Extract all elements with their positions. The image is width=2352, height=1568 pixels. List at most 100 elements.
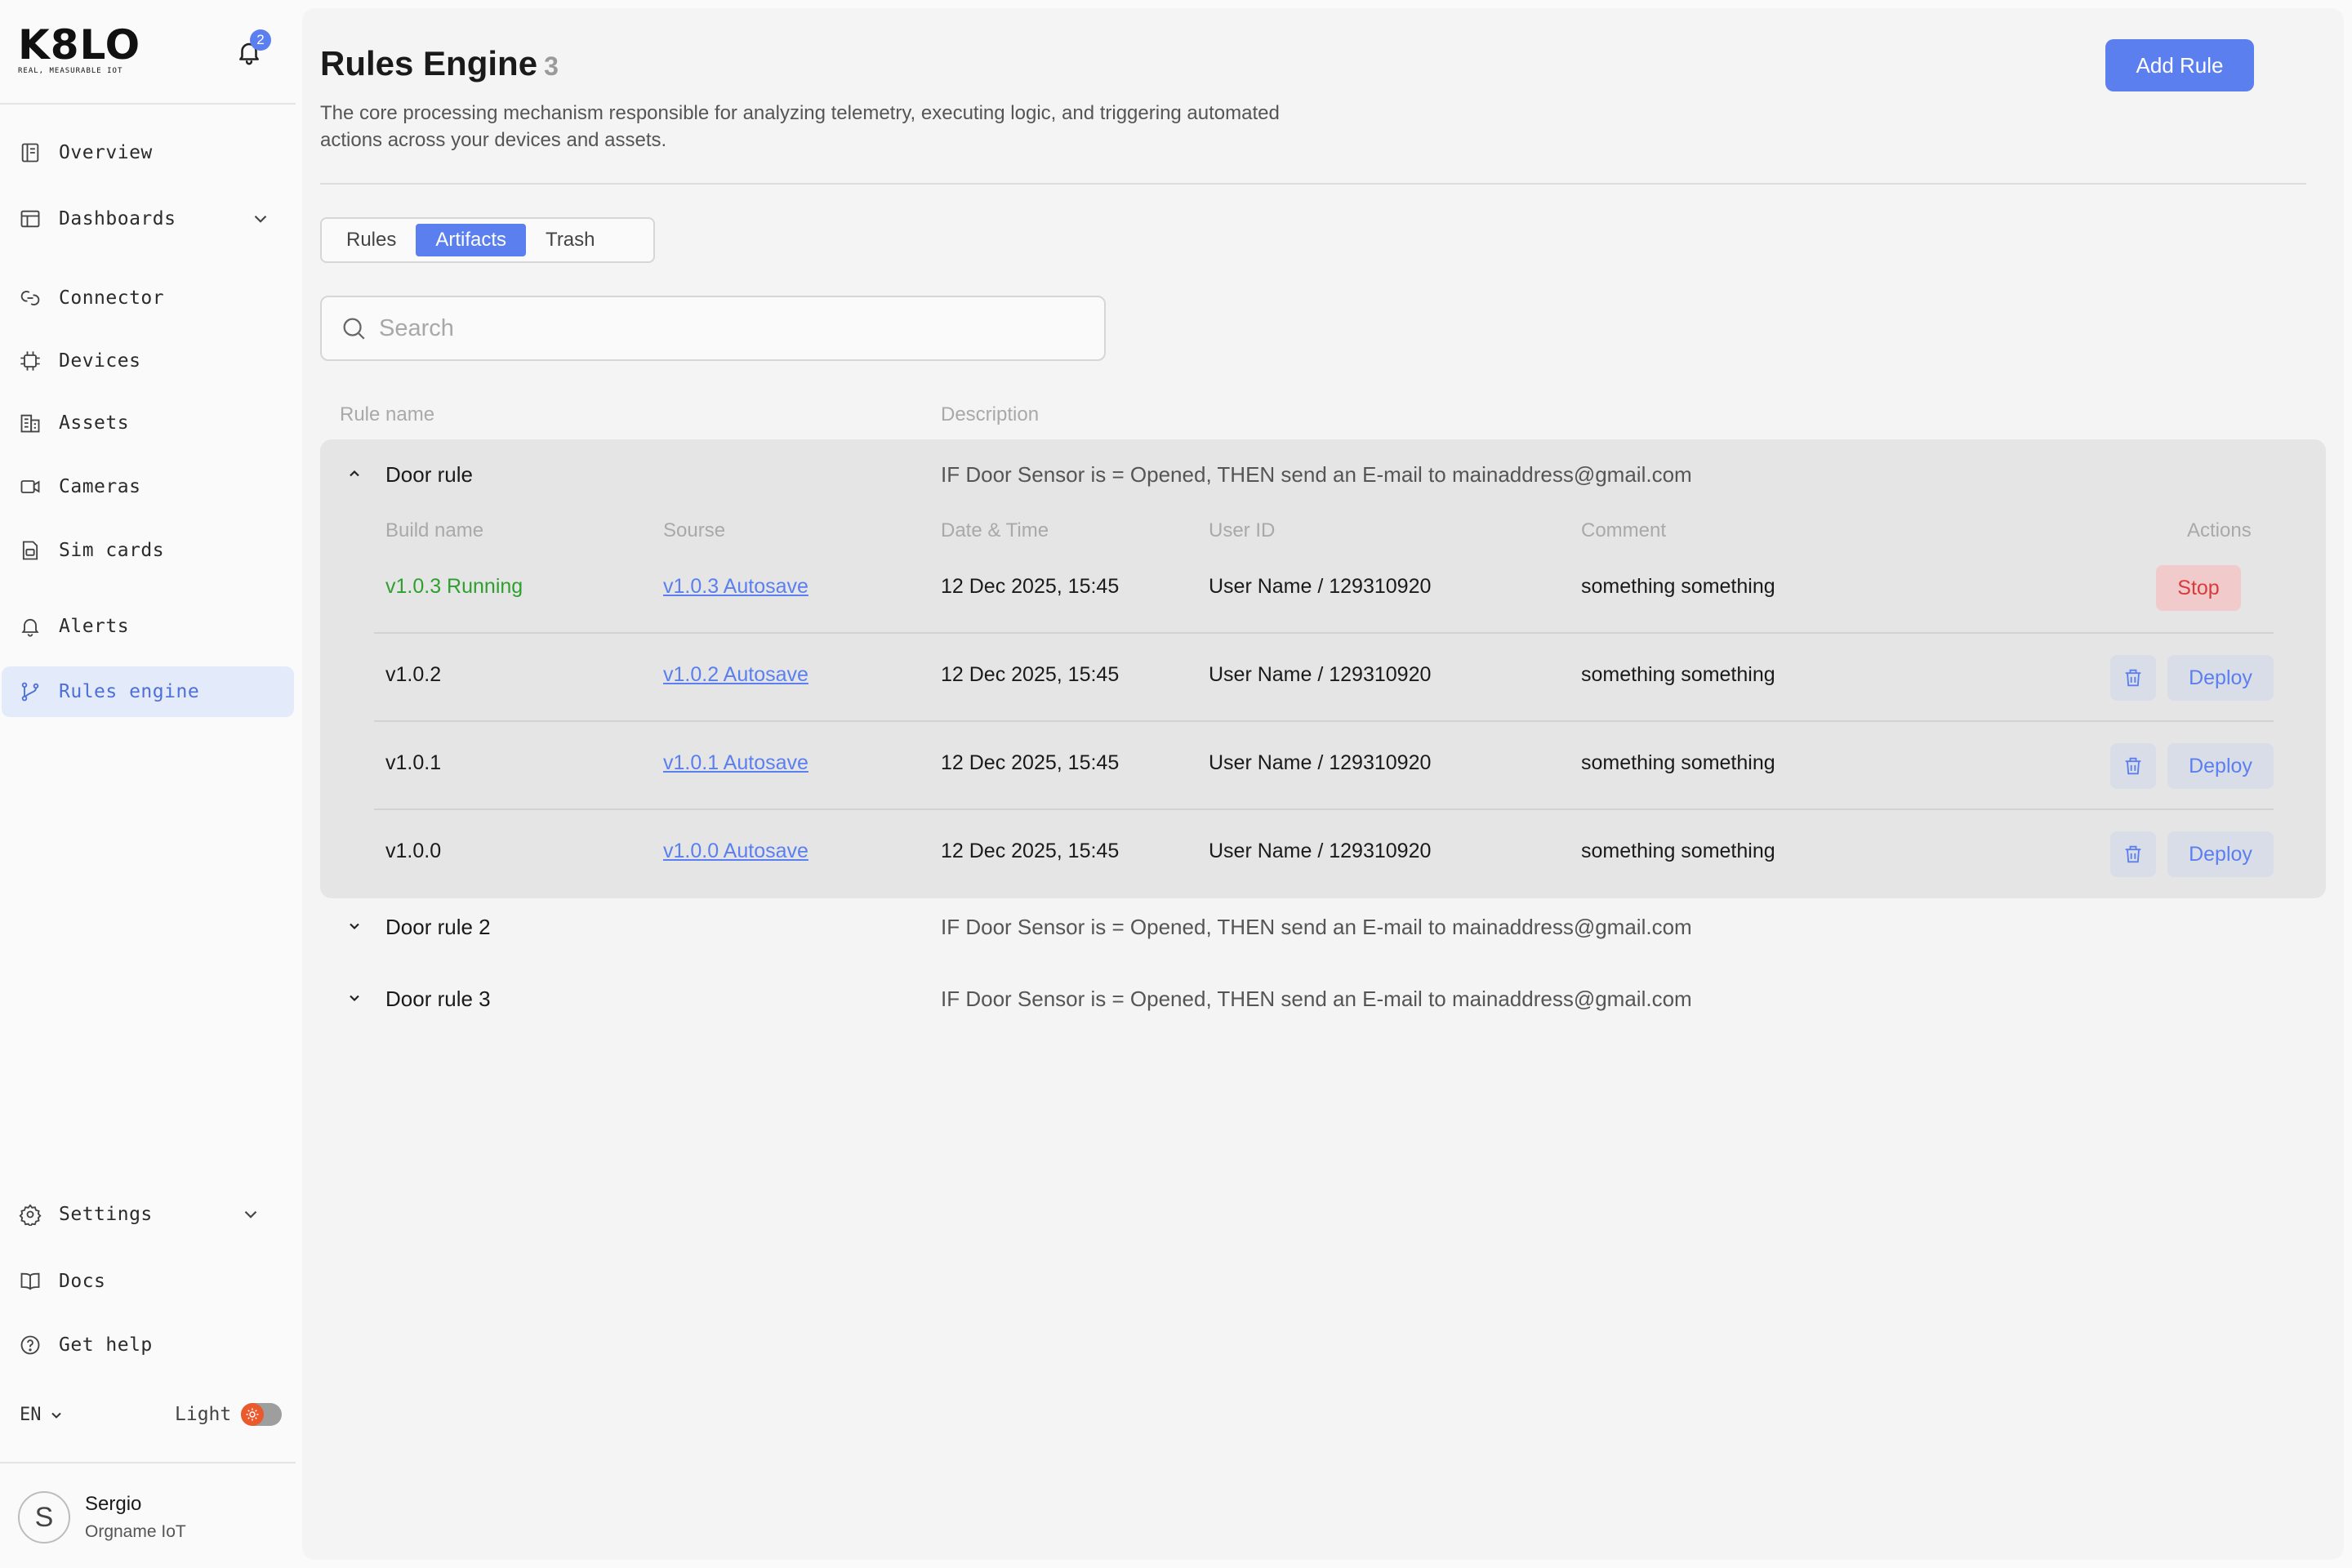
build-user: User Name / 129310920	[1209, 751, 1432, 774]
sidebar-item-label: Docs	[59, 1271, 106, 1292]
help-icon	[18, 1333, 42, 1357]
avatar: S	[18, 1491, 70, 1544]
column-header-comment: Comment	[1581, 519, 1667, 541]
sidebar-item-dashboards[interactable]: Dashboards	[2, 194, 294, 244]
sidebar-item-docs[interactable]: Docs	[2, 1256, 294, 1307]
chevron-down-icon[interactable]	[346, 918, 363, 934]
sidebar-item-get-help[interactable]: Get help	[2, 1320, 294, 1370]
rule-name: Door rule	[385, 462, 473, 487]
sidebar-item-rules-engine[interactable]: Rules engine	[2, 666, 294, 717]
sidebar-item-cameras[interactable]: Cameras	[2, 461, 294, 512]
column-header-datetime: Date & Time	[941, 519, 1049, 541]
book-icon	[18, 1269, 42, 1294]
sidebar-item-assets[interactable]: Assets	[2, 398, 294, 448]
sidebar-item-settings[interactable]: Settings	[2, 1189, 294, 1240]
page-title: Rules Engine 3	[320, 44, 559, 83]
stop-button[interactable]: Stop	[2156, 565, 2241, 611]
trash-icon	[2125, 845, 2141, 863]
sidebar: K8LO REAL, MEASURABLE IOT 2 Overview Das…	[0, 0, 296, 1568]
sidebar-item-connector[interactable]: Connector	[2, 273, 294, 323]
language-selector[interactable]: EN	[20, 1405, 65, 1425]
build-source-link[interactable]: v1.0.1 Autosave	[663, 751, 808, 775]
build-row: v1.0.3 Running v1.0.3 Autosave 12 Dec 20…	[374, 550, 2274, 639]
build-source-link[interactable]: v1.0.2 Autosave	[663, 663, 808, 687]
sidebar-divider	[0, 1462, 296, 1463]
build-source-link[interactable]: v1.0.3 Autosave	[663, 575, 808, 599]
sim-card-icon	[18, 538, 42, 563]
build-user: User Name / 129310920	[1209, 575, 1432, 598]
rule-description: IF Door Sensor is = Opened, THEN send an…	[941, 462, 1692, 487]
build-datetime: 12 Dec 2025, 15:45	[941, 840, 1120, 862]
build-row: v1.0.1 v1.0.1 Autosave 12 Dec 2025, 15:4…	[374, 720, 2274, 808]
tab-rules[interactable]: Rules	[327, 224, 416, 256]
add-rule-button[interactable]: Add Rule	[2105, 39, 2254, 91]
sidebar-item-label: Connector	[59, 287, 165, 309]
overview-icon	[18, 140, 42, 165]
trash-icon	[2125, 757, 2141, 775]
rule-row[interactable]: Door rule 2 IF Door Sensor is = Opened, …	[320, 900, 2326, 949]
tab-artifacts[interactable]: Artifacts	[416, 224, 527, 256]
bell-icon	[18, 614, 42, 639]
sidebar-item-label: Sim cards	[59, 540, 165, 561]
delete-build-button[interactable]	[2110, 655, 2156, 701]
logo-tagline: REAL, MEASURABLE IOT	[18, 67, 123, 75]
sidebar-item-label: Settings	[59, 1204, 153, 1225]
rule-description: IF Door Sensor is = Opened, THEN send an…	[941, 915, 1692, 939]
sidebar-item-label: Devices	[59, 350, 141, 372]
build-row: v1.0.2 v1.0.2 Autosave 12 Dec 2025, 15:4…	[374, 632, 2274, 720]
sidebar-divider	[0, 103, 296, 105]
sidebar-item-label: Get help	[59, 1334, 153, 1356]
build-user: User Name / 129310920	[1209, 840, 1432, 862]
deploy-button[interactable]: Deploy	[2167, 743, 2274, 789]
build-source-link[interactable]: v1.0.0 Autosave	[663, 840, 808, 863]
search-icon	[343, 318, 365, 340]
rule-row[interactable]: Door rule IF Door Sensor is = Opened, TH…	[320, 448, 2326, 497]
user-profile[interactable]: S Sergio Orgname IoT	[18, 1491, 186, 1544]
search-box	[320, 296, 1106, 361]
camera-icon	[18, 474, 42, 499]
column-header-rule-name[interactable]: Rule name	[340, 403, 434, 426]
git-branch-icon	[18, 679, 42, 704]
toggle-knob	[241, 1403, 265, 1426]
sidebar-item-alerts[interactable]: Alerts	[2, 601, 294, 652]
build-comment: something something	[1581, 575, 1775, 598]
build-name: v1.0.0	[385, 840, 442, 862]
main-panel: Rules Engine 3 The core processing mechan…	[302, 8, 2344, 1560]
sidebar-item-devices[interactable]: Devices	[2, 336, 294, 386]
rule-count: 3	[544, 51, 559, 81]
theme-toggle[interactable]	[241, 1403, 283, 1426]
chevron-down-icon[interactable]	[346, 990, 363, 1006]
chevron-up-icon[interactable]	[346, 466, 363, 482]
build-name: v1.0.3 Running	[385, 575, 523, 598]
user-org: Orgname IoT	[85, 1522, 186, 1541]
deploy-button[interactable]: Deploy	[2167, 655, 2274, 701]
build-datetime: 12 Dec 2025, 15:45	[941, 663, 1120, 686]
build-user: User Name / 129310920	[1209, 663, 1432, 686]
sidebar-item-sim-cards[interactable]: Sim cards	[2, 525, 294, 576]
logo[interactable]: K8LO REAL, MEASURABLE IOT	[18, 24, 140, 75]
chevron-down-icon	[244, 1210, 257, 1218]
build-comment: something something	[1581, 840, 1775, 862]
search-input[interactable]	[379, 314, 1098, 342]
theme-switch[interactable]: Light	[175, 1403, 283, 1426]
logo-text: K8LO	[18, 21, 141, 69]
build-comment: something something	[1581, 751, 1775, 774]
column-header-description[interactable]: Description	[941, 403, 1039, 426]
theme-label: Light	[175, 1404, 232, 1425]
build-name: v1.0.1	[385, 751, 442, 774]
gear-icon	[18, 1202, 42, 1227]
tab-bar: Rules Artifacts Trash	[320, 217, 655, 263]
header-divider	[320, 183, 2306, 185]
sidebar-item-label: Rules engine	[59, 681, 200, 702]
sidebar-item-overview[interactable]: Overview	[2, 127, 294, 178]
delete-build-button[interactable]	[2110, 831, 2156, 877]
sidebar-item-label: Dashboards	[59, 208, 176, 229]
deploy-button[interactable]: Deploy	[2167, 831, 2274, 877]
language-label: EN	[20, 1405, 42, 1425]
rule-row[interactable]: Door rule 3 IF Door Sensor is = Opened, …	[320, 972, 2326, 1021]
build-name: v1.0.2	[385, 663, 442, 686]
rule-group-expanded: Door rule IF Door Sensor is = Opened, TH…	[320, 439, 2326, 898]
page-title-text: Rules Engine	[320, 44, 538, 82]
tab-trash[interactable]: Trash	[526, 224, 614, 256]
delete-build-button[interactable]	[2110, 743, 2156, 789]
